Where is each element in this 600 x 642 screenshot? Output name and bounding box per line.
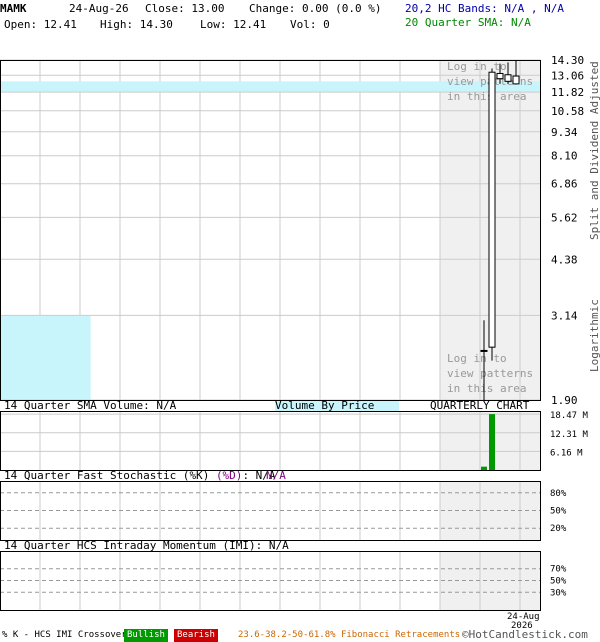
quote-date: 24-Aug-26: [69, 2, 129, 15]
candle-body: [512, 75, 520, 85]
price-tick-label: 6.86: [551, 178, 578, 191]
candle-body: [496, 72, 504, 80]
momentum-tick-label: 30%: [550, 588, 567, 598]
fibonacci-label: 23.6-38.2-50-61.8% Fibonacci Retracement…: [238, 630, 461, 640]
candle-body: [480, 349, 488, 352]
volume-tick-label: 6.16 M: [550, 448, 583, 458]
price-tick-label: 11.82: [551, 86, 584, 99]
volume-tick-label: 18.47 M: [550, 411, 589, 421]
volume-tick-label: 12.31 M: [550, 430, 589, 440]
split-adjusted-axis-label: Split and Dividend Adjusted: [588, 61, 600, 240]
high-value: High: 14.30: [100, 18, 173, 31]
price-tick-label: 8.10: [551, 150, 578, 163]
stochastic-tick-label: 50%: [550, 507, 567, 517]
login-watermark-text: Log in to: [447, 352, 507, 365]
price-tick-label: 5.62: [551, 211, 578, 224]
candle-body: [488, 71, 496, 348]
symbol: MAMK: [0, 2, 27, 15]
login-watermark-text: in this area: [447, 90, 526, 103]
login-watermark-text: in this area: [447, 382, 526, 395]
login-watermark-text: view patterns: [447, 367, 533, 380]
momentum-tick-label: 70%: [550, 565, 567, 575]
hc-bands-label: 20,2 HC Bands: N/A , N/A: [405, 2, 564, 15]
volume-bar: [489, 414, 495, 470]
volume-value: Vol: 0: [290, 18, 330, 31]
login-watermark-text: Log in to: [447, 60, 507, 73]
momentum-tick-label: 50%: [550, 577, 567, 587]
close-value: Close: 13.00: [145, 2, 225, 15]
price-tick-label: 1.90: [551, 394, 578, 407]
price-tick-label: 13.06: [551, 69, 584, 82]
stochastic-tick-label: 20%: [550, 524, 567, 534]
change-value: Change: 0.00 (0.0 %): [249, 2, 382, 15]
sma-label: 20 Quarter SMA: N/A: [405, 16, 531, 29]
open-value: Open: 12.41: [4, 18, 77, 31]
volume-bar: [481, 466, 487, 470]
chart-canvas: 14.30 13.06 11.82 10.58 9.34 8.10 6.86 5.62 4.38…: [0, 54, 600, 631]
low-value: Low: 12.41: [200, 18, 267, 31]
price-tick-label: 10.58: [551, 105, 584, 118]
price-tick-label: 4.38: [551, 253, 578, 266]
crossover-label: % K - HCS IMI Crossover,: [2, 630, 133, 640]
bullish-badge: Bullish: [124, 629, 168, 642]
logarithmic-axis-label: Logarithmic: [588, 299, 600, 372]
bearish-badge: Bearish: [174, 629, 218, 642]
price-tick-label: 9.34: [551, 126, 578, 139]
price-tick-label: 3.14: [551, 309, 578, 322]
candle-body: [504, 74, 512, 82]
volume-by-price-band: [1, 315, 91, 400]
copyright-label: ©HotCandlestick.com: [462, 628, 588, 641]
price-tick-label: 14.30: [551, 54, 584, 67]
stochastic-tick-label: 80%: [550, 489, 567, 499]
